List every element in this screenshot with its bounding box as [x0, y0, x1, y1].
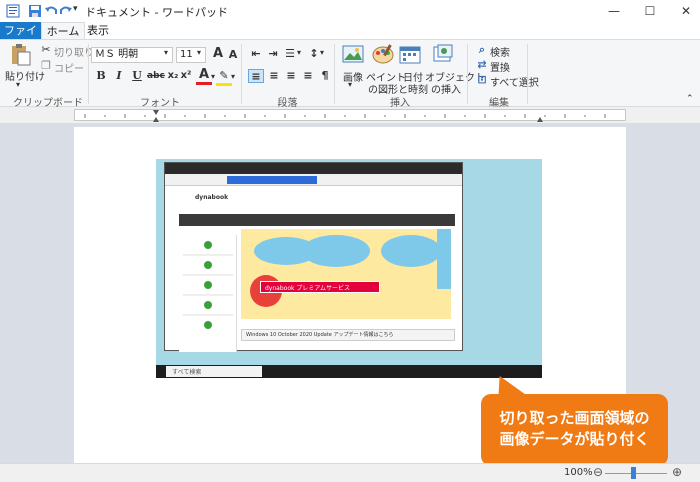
tab-view[interactable]: 表示 [85, 22, 111, 39]
insert-object-button-line2[interactable]: の挿入 [431, 81, 461, 96]
select-all-icon[interactable]: ⊡ [474, 73, 490, 87]
replace-button[interactable]: 置換 [490, 59, 510, 74]
status-bar: 100% ⊖ ⊕ [0, 463, 700, 482]
pasted-footer-text: Windows 10 October 2020 Update アップデート情報は… [246, 332, 394, 338]
collapse-ribbon-icon[interactable]: ⌃ [686, 94, 694, 104]
pasted-site-sidebar [179, 235, 237, 352]
align-right-icon[interactable]: ≡ [283, 69, 299, 83]
font-family-select[interactable]: ＭＳ 明朝 [91, 47, 173, 63]
redo-icon[interactable] [59, 4, 73, 18]
zoom-in-icon[interactable]: ⊕ [672, 465, 682, 479]
zoom-slider-thumb[interactable] [631, 467, 636, 479]
wordpad-app-icon [6, 4, 20, 18]
picture-button[interactable]: 画像 [343, 69, 363, 84]
copy-icon[interactable]: ❐ [38, 59, 54, 73]
increase-indent-icon[interactable]: ⇥ [265, 47, 281, 61]
callout-line-1: 切り取った画面領域の [499, 409, 650, 427]
grow-font-icon[interactable]: A [210, 47, 226, 61]
zoom-slider[interactable] [605, 473, 667, 474]
pasted-site-nav [179, 214, 455, 226]
callout: 切り取った画面領域の 画像データが貼り付く [481, 394, 668, 466]
chevron-down-icon[interactable]: ▾ [211, 72, 215, 81]
minimize-button[interactable]: — [596, 0, 632, 22]
align-left-icon[interactable]: ≡ [248, 69, 264, 83]
pasted-site-header: dynabook [165, 186, 462, 214]
text-color-icon[interactable]: A [196, 68, 212, 85]
chevron-down-icon[interactable]: ▾ [231, 72, 235, 81]
highlight-icon[interactable]: ✎ [216, 69, 232, 86]
pasted-footer-link: Windows 10 October 2020 Update アップデート情報は… [241, 329, 455, 341]
decrease-indent-icon[interactable]: ⇤ [248, 47, 264, 61]
save-icon[interactable] [28, 4, 42, 18]
chevron-down-icon[interactable]: ▾ [297, 48, 301, 57]
strikethrough-icon[interactable]: abc [147, 69, 165, 83]
chevron-down-icon[interactable]: ▾ [320, 48, 324, 57]
separator [88, 44, 89, 104]
pasted-banner-cta: dynabook プレミアムサービス [260, 281, 380, 293]
pasted-taskbar: すべて検索 [156, 365, 542, 378]
separator [467, 44, 468, 104]
pasted-screenshot-image[interactable]: dynabook dynabook プレミアムサービス Windows 10 O… [156, 159, 542, 378]
paint-palette-icon[interactable] [371, 43, 395, 68]
undo-icon[interactable] [44, 4, 58, 18]
pasted-browser-titlebar [165, 163, 462, 174]
ruler[interactable] [74, 109, 626, 122]
replace-icon[interactable]: ⇄ [474, 58, 490, 72]
find-icon[interactable]: ⌕ [474, 43, 490, 57]
copy-button[interactable]: コピー [54, 60, 84, 75]
pasted-site-name: dynabook [195, 194, 229, 201]
separator [334, 44, 335, 104]
find-button[interactable]: 検索 [490, 44, 510, 59]
tab-file[interactable]: ファイル [0, 22, 41, 54]
select-all-button[interactable]: すべて選択 [490, 74, 539, 89]
pasted-taskbar-search: すべて検索 [166, 366, 262, 377]
pasted-url-highlight [227, 176, 317, 184]
window-title: ドキュメント - ワードパッド [85, 6, 228, 19]
ruler-area [0, 107, 700, 123]
zoom-out-icon[interactable]: ⊖ [593, 465, 603, 479]
superscript-icon[interactable]: x² [178, 69, 194, 83]
separator [527, 44, 528, 104]
ribbon-tabs: ファイル ホーム 表示 [0, 22, 700, 54]
shrink-font-icon[interactable]: A [225, 48, 241, 62]
pasted-banner-cta-text: dynabook プレミアムサービス [265, 285, 350, 292]
underline-icon[interactable]: U [129, 69, 145, 83]
tab-home[interactable]: ホーム [41, 22, 85, 39]
align-center-icon[interactable]: ≡ [266, 69, 282, 83]
callout-line-2: 画像データが貼り付く [499, 430, 650, 448]
paste-dropdown-icon[interactable]: ▾ [16, 80, 20, 89]
separator [241, 44, 242, 104]
bold-icon[interactable]: B [93, 69, 109, 83]
list-icon[interactable]: ☰ [282, 47, 298, 61]
calendar-icon[interactable] [399, 44, 421, 67]
maximize-button[interactable]: ☐ [632, 0, 668, 22]
pasted-taskbar-search-text: すべて検索 [172, 369, 202, 376]
chevron-down-icon[interactable]: ▾ [348, 80, 352, 89]
paragraph-settings-icon[interactable]: ¶ [317, 69, 333, 83]
insert-object-icon[interactable] [432, 44, 454, 67]
cut-icon[interactable]: ✂ [38, 43, 54, 57]
close-button[interactable]: ✕ [668, 0, 700, 22]
justify-icon[interactable]: ≡ [300, 69, 316, 83]
title-bar: ▾ ドキュメント - ワードパッド — ☐ ✕ [0, 0, 700, 22]
font-size-select[interactable]: 11 [176, 47, 206, 63]
chevron-down-icon[interactable]: ▾ [197, 48, 201, 57]
italic-icon[interactable]: I [111, 69, 127, 83]
zoom-level: 100% [564, 467, 593, 478]
chevron-down-icon[interactable]: ▾ [164, 48, 168, 57]
ribbon: 貼り付け ▾ ✂ 切り取り ❐ コピー クリップボード ＭＳ 明朝 ▾ 11 ▾… [0, 39, 700, 109]
pasted-banner [241, 229, 451, 319]
pasted-browser-window: dynabook dynabook プレミアムサービス Windows 10 O… [164, 162, 463, 352]
paste-icon[interactable] [8, 43, 32, 70]
picture-icon[interactable] [342, 44, 364, 67]
